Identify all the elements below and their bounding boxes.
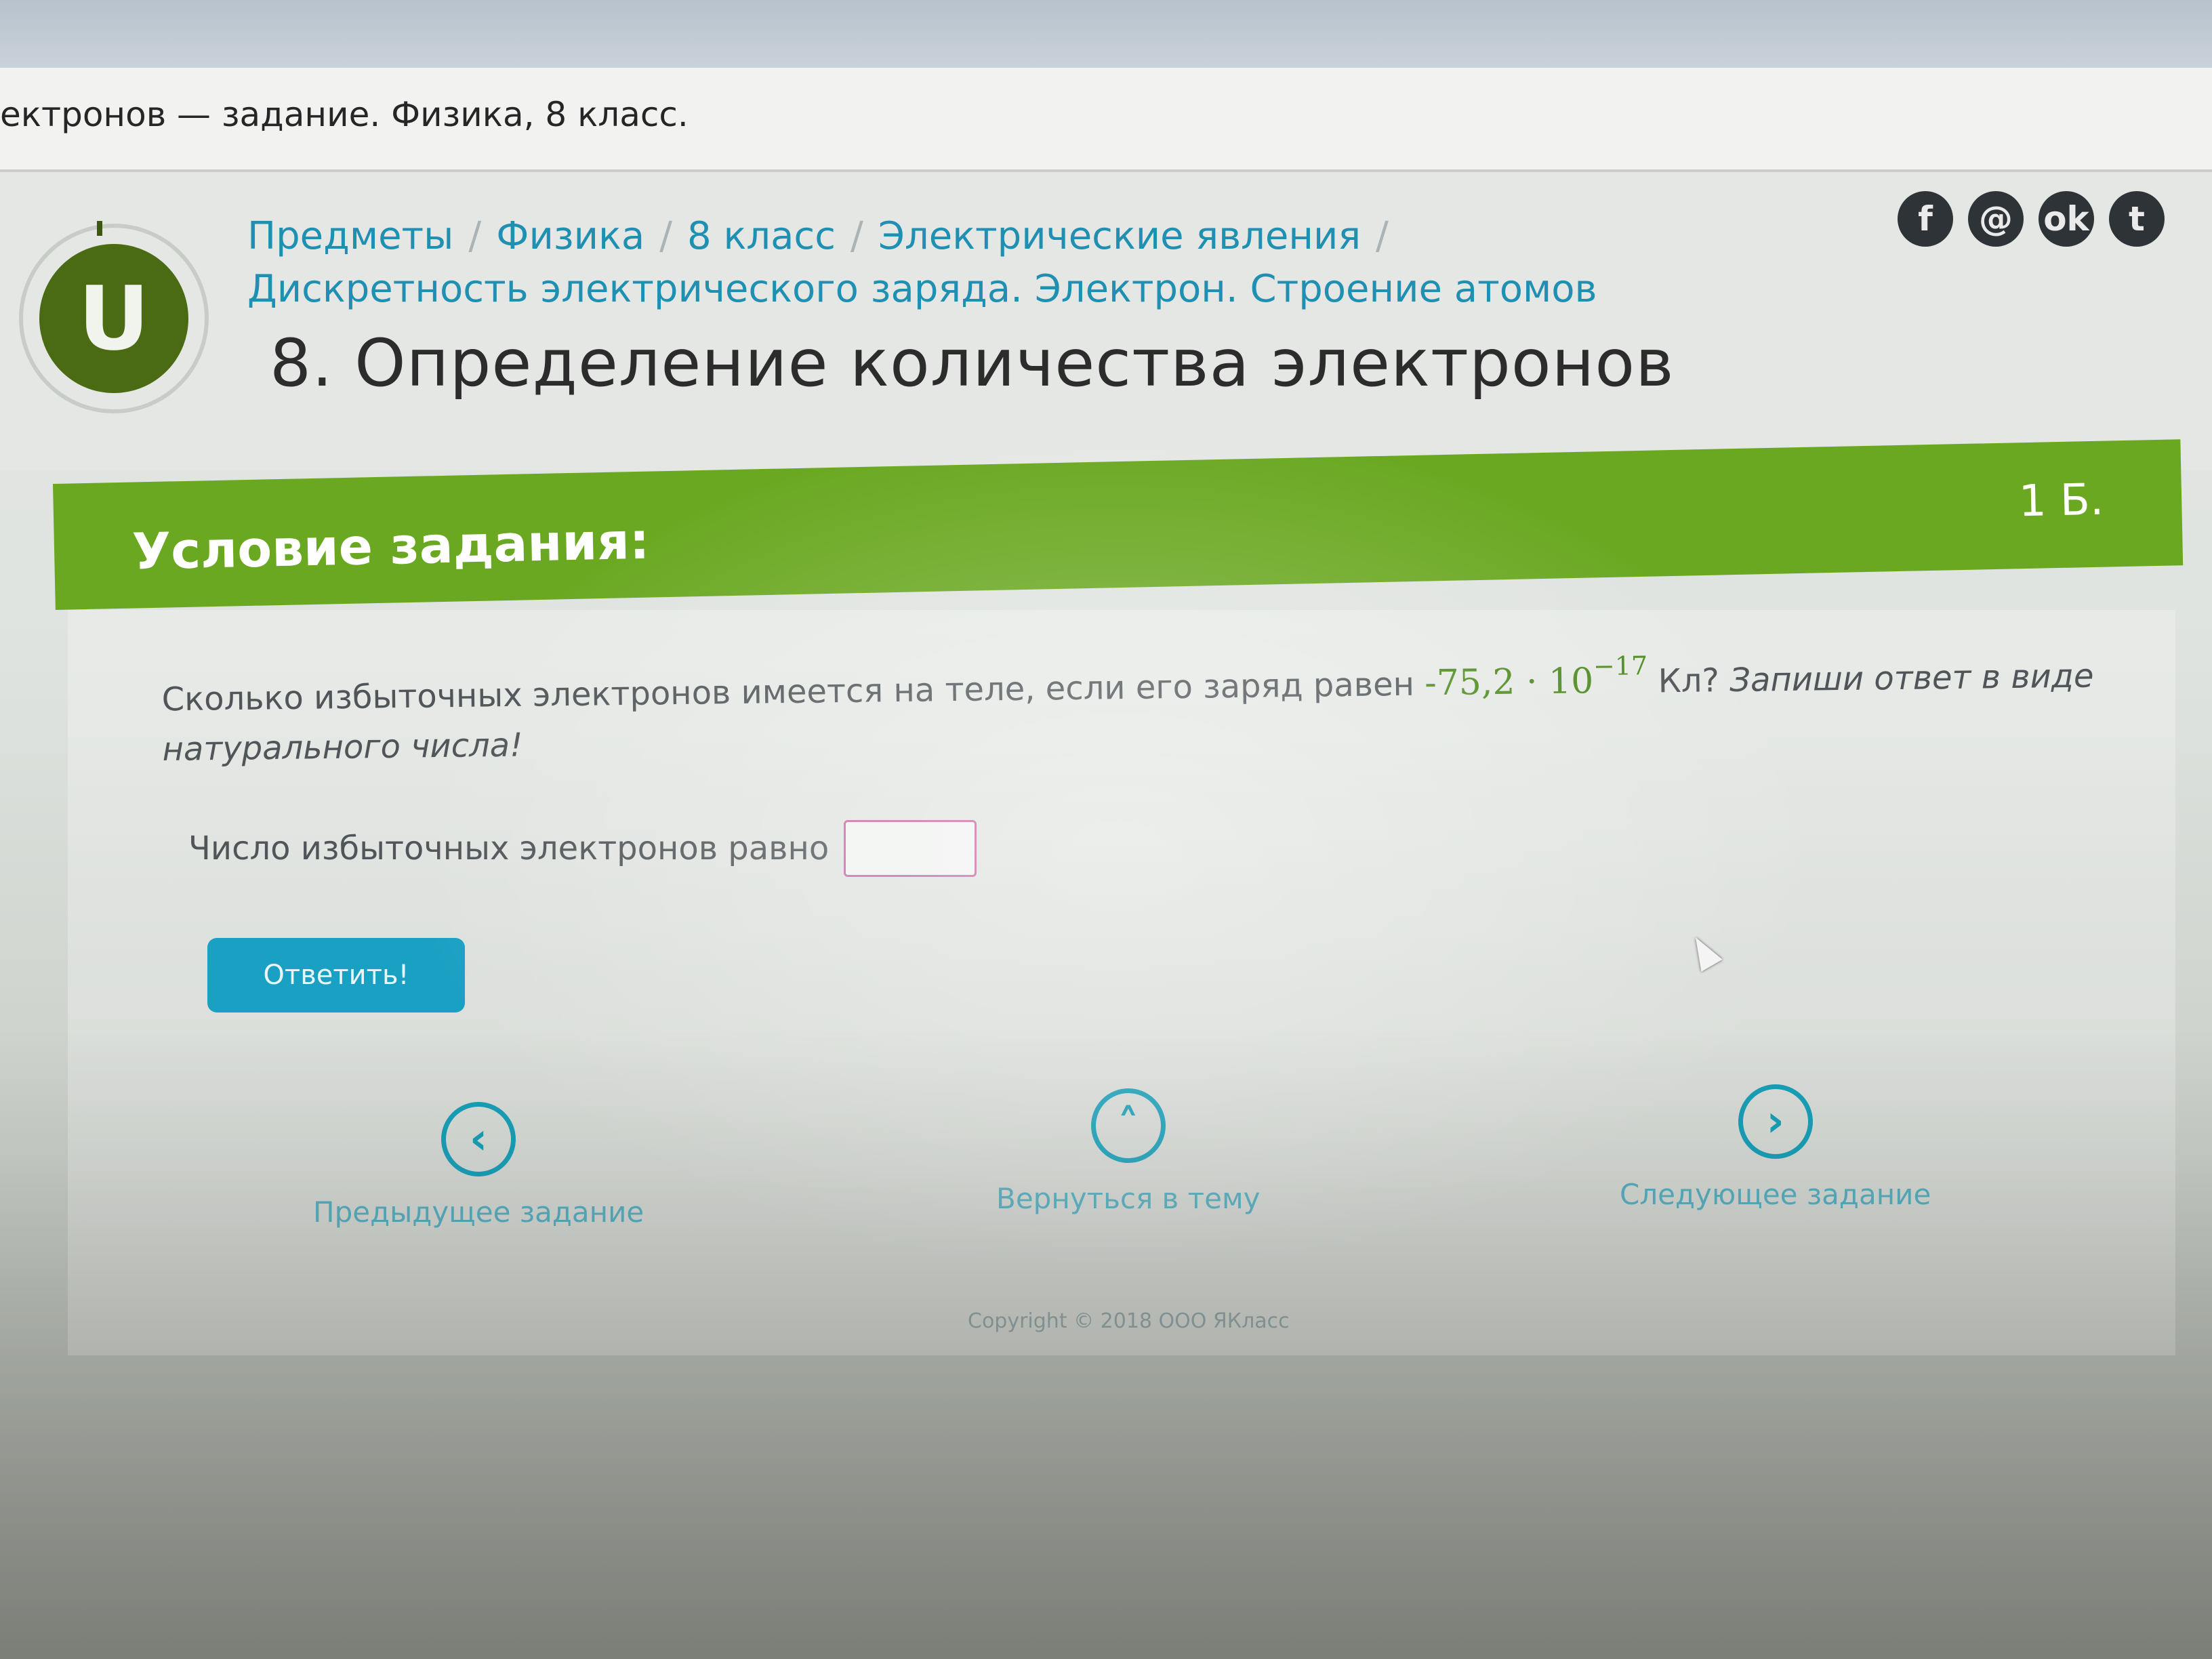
breadcrumb-item-subtopic[interactable]: Дискретность электрического заряда. Элек… bbox=[247, 267, 1597, 311]
back-to-topic-link[interactable]: ˄ Вернуться в тему bbox=[996, 1088, 1261, 1215]
charge-unit: Кл? bbox=[1647, 661, 1720, 701]
charge-value: -75,2 · 10−17 bbox=[1424, 651, 1648, 704]
chevron-up-icon[interactable]: ˄ bbox=[1090, 1088, 1166, 1163]
breadcrumb-separator: / bbox=[851, 214, 863, 258]
breadcrumb-item-topic[interactable]: Электрические явления bbox=[878, 214, 1361, 258]
next-task-link[interactable]: › Следующее задание bbox=[1620, 1084, 1931, 1211]
prev-task-link[interactable]: ‹ Предыдущее задание bbox=[313, 1102, 644, 1229]
screen: ектронов — задание. Физика, 8 класс. U П… bbox=[0, 0, 2212, 1659]
task-points-badge: 1 Б. bbox=[2018, 474, 2104, 527]
breadcrumb-item-grade[interactable]: 8 класс bbox=[687, 214, 836, 258]
twitter-icon[interactable]: t bbox=[2109, 191, 2165, 247]
copyright-text: Copyright © 2018 ООО ЯКласс bbox=[968, 1309, 1290, 1333]
breadcrumb-item-subjects[interactable]: Предметы bbox=[247, 214, 453, 258]
facebook-icon[interactable]: f bbox=[1898, 191, 1953, 247]
charge-exponent: −17 bbox=[1593, 651, 1648, 682]
logo-circle: U bbox=[39, 244, 188, 393]
submit-answer-button[interactable]: Ответить! bbox=[207, 938, 465, 1012]
mail-icon[interactable]: @ bbox=[1968, 191, 2024, 247]
charge-mantissa: -75,2 · 10 bbox=[1424, 661, 1594, 704]
next-task-label[interactable]: Следующее задание bbox=[1620, 1178, 1931, 1211]
chevron-left-icon[interactable]: ‹ bbox=[441, 1102, 516, 1176]
prev-task-label[interactable]: Предыдущее задание bbox=[313, 1195, 644, 1229]
breadcrumb-separator: / bbox=[659, 214, 673, 258]
answer-row: Число избыточных электронов равно bbox=[188, 820, 977, 877]
breadcrumb-item-physics[interactable]: Физика bbox=[496, 214, 644, 258]
answer-input[interactable] bbox=[844, 820, 977, 877]
logo-tick bbox=[97, 221, 102, 236]
social-links: f @ ok t bbox=[1898, 191, 2165, 247]
page-title: 8. Определение количества электронов bbox=[270, 325, 1675, 401]
odnoklassniki-icon[interactable]: ok bbox=[2039, 191, 2094, 247]
logo-letter: U bbox=[78, 267, 150, 370]
answer-label: Число избыточных электронов равно bbox=[188, 830, 830, 867]
chevron-right-icon[interactable]: › bbox=[1738, 1084, 1813, 1159]
breadcrumb-separator: / bbox=[468, 214, 482, 258]
back-to-topic-label[interactable]: Вернуться в тему bbox=[996, 1182, 1261, 1215]
breadcrumb-separator: / bbox=[1376, 214, 1389, 258]
site-logo[interactable]: U bbox=[19, 224, 209, 413]
window-title: ектронов — задание. Физика, 8 класс. bbox=[0, 95, 689, 134]
question-prefix: Сколько избыточных электронов имеется на… bbox=[161, 665, 1425, 719]
task-heading: Условие задания: bbox=[131, 512, 651, 581]
browser-top-strip bbox=[0, 0, 2212, 68]
breadcrumb: Предметы / Физика / 8 класс / Электрические яв… bbox=[247, 210, 1657, 316]
